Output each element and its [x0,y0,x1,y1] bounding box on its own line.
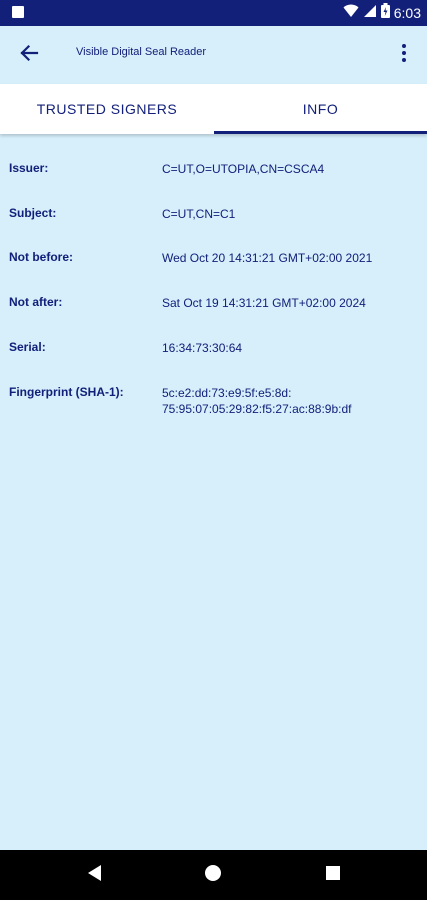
square-recents-icon [325,865,341,886]
more-vert-icon [401,43,407,68]
tab-indicator [214,131,427,134]
nav-home-button[interactable] [202,864,224,886]
back-button[interactable] [14,40,44,70]
arrow-left-icon [19,43,39,68]
serial-label: Serial: [9,340,46,354]
app-bar: Visible Digital Seal Reader [0,26,427,84]
not-before-value: Wed Oct 20 14:31:21 GMT+02:00 2021 [162,251,373,265]
nav-back-button[interactable] [84,864,106,886]
app-title: Visible Digital Seal Reader [76,46,207,58]
triangle-back-icon [87,864,103,887]
certificate-info-panel: Issuer: C=UT,O=UTOPIA,CN=CSCA4 Subject: … [0,134,427,850]
fingerprint-value: 5c:e2:dd:73:e9:5f:e5:8d: 75:95:07:05:29:… [162,385,420,417]
serial-value: 16:34:73:30:64 [162,341,243,355]
status-bar: 6:03 [0,0,427,26]
circle-home-icon [204,864,222,887]
tab-trusted-signers[interactable]: TRUSTED SIGNERS [0,84,214,134]
nav-recents-button[interactable] [322,864,344,886]
not-after-label: Not after: [9,295,63,309]
fingerprint-line-2: 75:95:07:05:29:82:f5:27:ac:88:9b:df [162,402,352,416]
status-icons: 6:03 [343,3,421,23]
fingerprint-label: Fingerprint (SHA-1): [9,385,124,399]
tab-info[interactable]: INFO [214,84,427,134]
signal-icon [363,4,377,23]
tab-bar: TRUSTED SIGNERS INFO [0,84,427,134]
wifi-icon [343,4,359,23]
overflow-menu-button[interactable] [389,40,419,70]
status-time: 6:03 [393,5,421,21]
issuer-label: Issuer: [9,161,49,175]
notification-icon [12,6,24,18]
issuer-value: C=UT,O=UTOPIA,CN=CSCA4 [162,162,325,176]
fingerprint-line-1: 5c:e2:dd:73:e9:5f:e5:8d: [162,386,292,400]
system-nav-bar [0,850,427,900]
not-after-value: Sat Oct 19 14:31:21 GMT+02:00 2024 [162,296,366,310]
subject-label: Subject: [9,206,57,220]
not-before-label: Not before: [9,250,73,264]
subject-value: C=UT,CN=C1 [162,207,236,221]
battery-icon [380,3,390,23]
